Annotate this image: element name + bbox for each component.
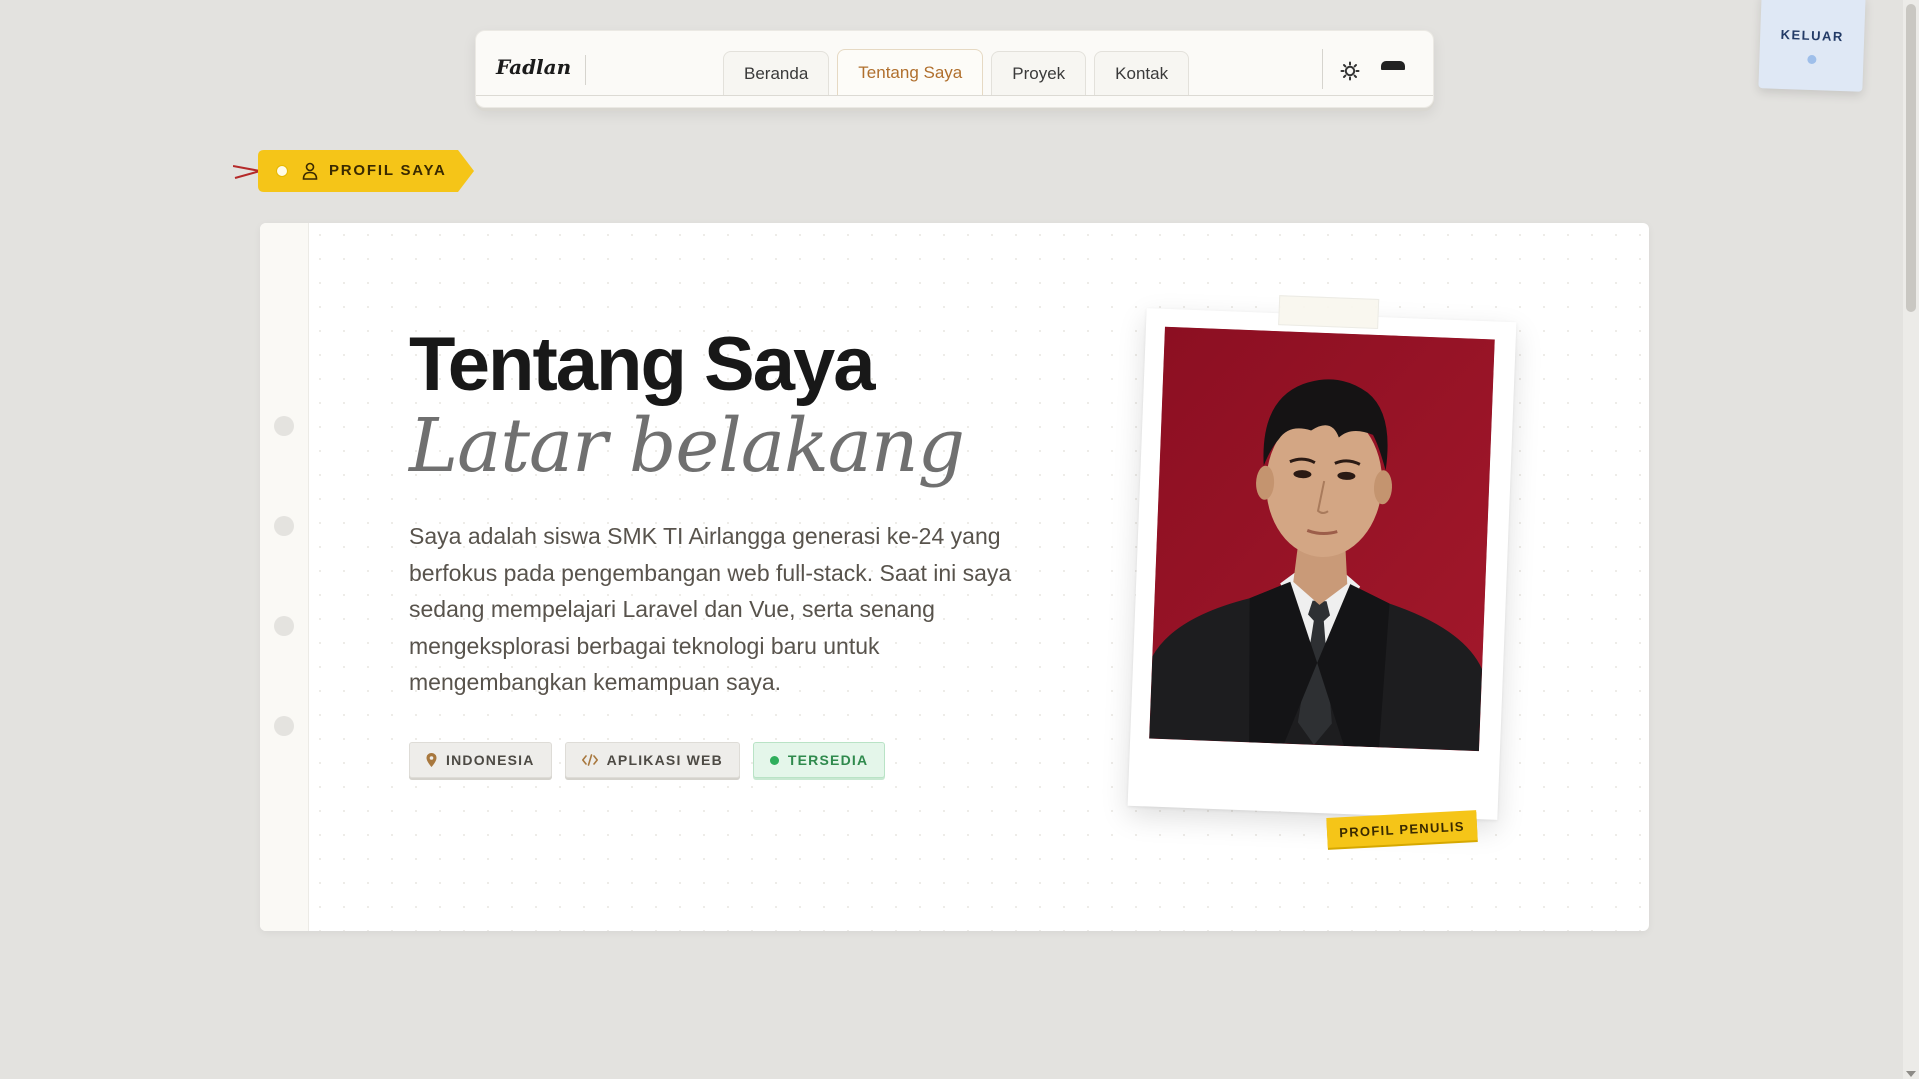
about-card: Tentang Saya Latar belakang Saya adalah … [260, 223, 1649, 931]
brand-divider [585, 55, 586, 85]
scrollbar-thumb[interactable] [1906, 4, 1916, 312]
polaroid-frame [1127, 295, 1517, 820]
page-title: Tentang Saya [409, 322, 876, 407]
section-tag-label: PROFIL SAYA [329, 162, 447, 179]
photo-caption-tag: PROFIL PENULIS [1326, 810, 1478, 848]
nav-divider [1322, 49, 1323, 89]
scroll-down-icon[interactable] [1906, 1071, 1916, 1077]
location-pin-icon [426, 753, 437, 767]
chip-location-label: INDONESIA [446, 752, 535, 768]
tab-proyek[interactable]: Proyek [991, 51, 1087, 96]
sun-icon[interactable] [1338, 59, 1362, 83]
menu-icon[interactable] [1381, 61, 1405, 70]
binder-margin [260, 223, 309, 931]
punch-hole-icon [274, 616, 294, 636]
page-subtitle: Latar belakang [409, 403, 965, 489]
tape-strip [1278, 295, 1380, 329]
code-icon [581, 754, 598, 766]
brand-logo[interactable]: Fadlan [496, 55, 571, 79]
person-icon [302, 162, 318, 180]
pin-dot-icon [1806, 54, 1817, 65]
portrait-illustration [1149, 326, 1495, 752]
punch-hole-icon [274, 516, 294, 536]
profile-photo [1149, 326, 1495, 752]
chip-web-app: APLIKASI WEB [564, 742, 740, 778]
tab-kontak[interactable]: Kontak [1094, 51, 1190, 96]
about-description: Saya adalah siswa SMK TI Airlangga gener… [409, 523, 1012, 695]
tab-beranda[interactable]: Beranda [723, 51, 830, 96]
info-chips: INDONESIA APLIKASI WEB TERSEDIA [409, 742, 886, 778]
logout-button[interactable]: KELUAR [1758, 0, 1866, 92]
chip-available-label: TERSEDIA [787, 752, 869, 768]
chip-location: INDONESIA [409, 742, 552, 778]
tag-hole-icon [276, 165, 288, 177]
scrollbar[interactable] [1903, 0, 1919, 1079]
tab-tentang-saya[interactable]: Tentang Saya [837, 49, 984, 96]
chip-web-app-label: APLIKASI WEB [606, 752, 723, 768]
punch-hole-icon [274, 716, 294, 736]
logout-label: KELUAR [1780, 26, 1845, 45]
chip-available: TERSEDIA [752, 742, 886, 778]
nav-tabs: Beranda Tentang Saya Proyek Kontak [723, 49, 1190, 96]
navbar-baseline [476, 95, 1433, 96]
section-tag: PROFIL SAYA [233, 150, 474, 192]
top-navbar: Fadlan Beranda Tentang Saya Proyek Konta… [475, 30, 1434, 108]
status-dot-icon [769, 755, 779, 765]
punch-hole-icon [274, 416, 294, 436]
